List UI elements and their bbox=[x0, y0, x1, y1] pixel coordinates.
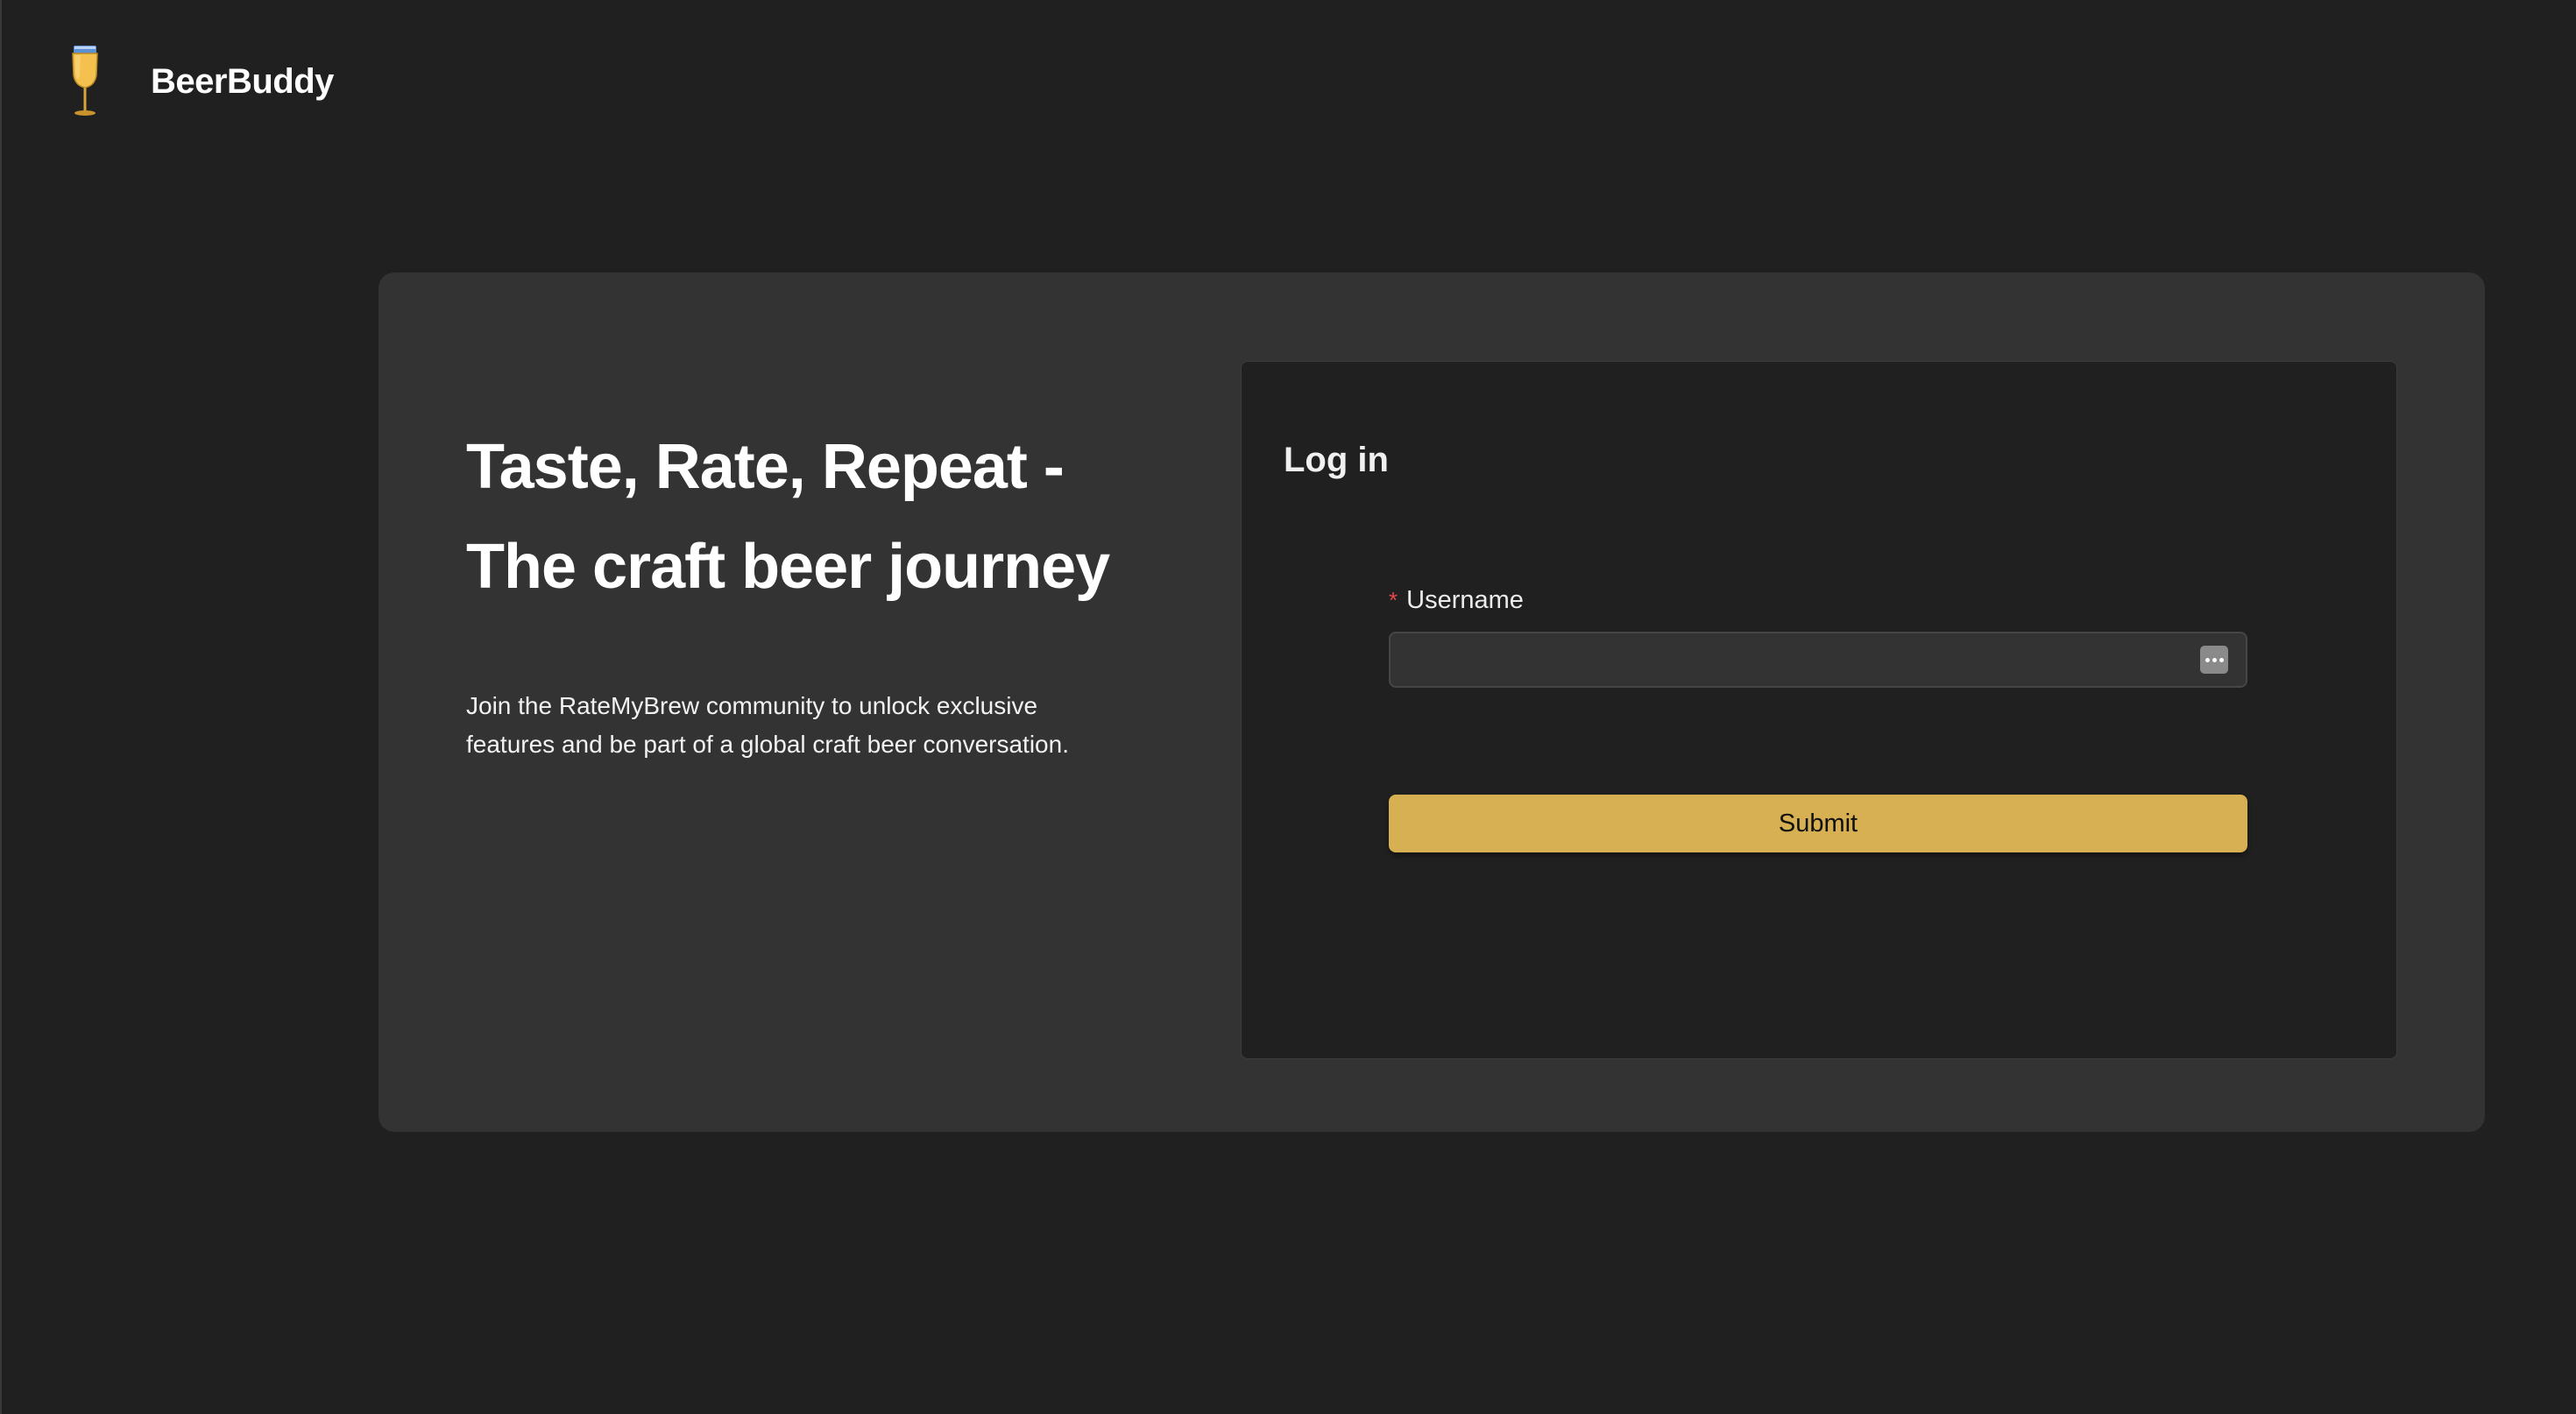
app-title: BeerBuddy bbox=[151, 61, 334, 101]
app-header: BeerBuddy bbox=[63, 42, 334, 121]
username-field-group: * Username bbox=[1389, 586, 2247, 688]
username-label: * Username bbox=[1389, 586, 2247, 615]
hero-card: Taste, Rate, Repeat - The craft beer jou… bbox=[379, 272, 2485, 1132]
username-input-wrapper bbox=[1389, 632, 2247, 688]
hero-heading-line-1: Taste, Rate, Repeat - bbox=[466, 432, 1065, 502]
login-panel: Log in * Username Submit bbox=[1241, 361, 2397, 1059]
more-dots-icon[interactable] bbox=[2200, 646, 2228, 674]
submit-button[interactable]: Submit bbox=[1389, 795, 2247, 852]
username-label-text: Username bbox=[1406, 586, 1524, 614]
login-title: Log in bbox=[1284, 441, 1389, 479]
beer-glass-icon[interactable] bbox=[63, 42, 107, 121]
hero-intro: Taste, Rate, Repeat - The craft beer jou… bbox=[466, 417, 1220, 788]
required-marker: * bbox=[1389, 587, 1398, 613]
hero-heading: Taste, Rate, Repeat - The craft beer jou… bbox=[466, 417, 1220, 617]
hero-heading-line-2: The craft beer journey bbox=[466, 532, 1110, 602]
username-input[interactable] bbox=[1391, 633, 2246, 686]
hero-description: Join the RateMyBrew community to unlock … bbox=[466, 692, 1069, 758]
